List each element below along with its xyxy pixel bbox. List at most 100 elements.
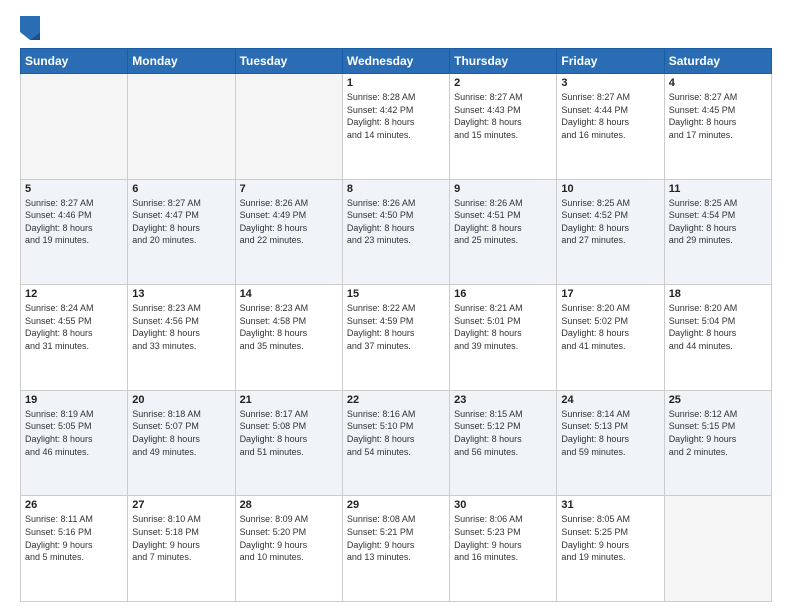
day-number: 10 [561,183,659,195]
calendar-cell: 2 Sunrise: 8:27 AM Sunset: 4:43 PM Daylig… [450,74,557,180]
weekday-header-tuesday: Tuesday [235,49,342,74]
day-number: 29 [347,499,445,511]
day-number: 7 [240,183,338,195]
day-number: 19 [25,394,123,406]
calendar-cell: 7 Sunrise: 8:26 AM Sunset: 4:49 PM Daylig… [235,179,342,285]
day-number: 12 [25,288,123,300]
weekday-header-thursday: Thursday [450,49,557,74]
header [20,16,772,40]
day-number: 2 [454,77,552,89]
day-info: Sunrise: 8:18 AM Sunset: 5:07 PM Dayligh… [132,408,230,458]
day-info: Sunrise: 8:25 AM Sunset: 4:52 PM Dayligh… [561,197,659,247]
day-number: 23 [454,394,552,406]
day-number: 26 [25,499,123,511]
calendar-cell: 21 Sunrise: 8:17 AM Sunset: 5:08 PM Dayli… [235,390,342,496]
day-number: 3 [561,77,659,89]
day-number: 25 [669,394,767,406]
day-info: Sunrise: 8:27 AM Sunset: 4:45 PM Dayligh… [669,91,767,141]
calendar-cell: 24 Sunrise: 8:14 AM Sunset: 5:13 PM Dayli… [557,390,664,496]
day-number: 8 [347,183,445,195]
calendar-cell: 31 Sunrise: 8:05 AM Sunset: 5:25 PM Dayli… [557,496,664,602]
day-number: 31 [561,499,659,511]
weekday-header-sunday: Sunday [21,49,128,74]
calendar-cell: 3Sunrise: 8:27 AM Sunset: 4:44 PM Daylig… [557,74,664,180]
calendar-cell: 25 Sunrise: 8:12 AM Sunset: 5:15 PM Dayli… [664,390,771,496]
day-info: Sunrise: 8:25 AM Sunset: 4:54 PM Dayligh… [669,197,767,247]
calendar-cell: 9Sunrise: 8:26 AM Sunset: 4:51 PM Daylig… [450,179,557,285]
logo [20,16,42,40]
calendar-cell: 29 Sunrise: 8:08 AM Sunset: 5:21 PM Dayli… [342,496,449,602]
weekday-header-friday: Friday [557,49,664,74]
calendar-cell: 22Sunrise: 8:16 AM Sunset: 5:10 PM Dayli… [342,390,449,496]
calendar-cell: 5Sunrise: 8:27 AM Sunset: 4:46 PM Daylig… [21,179,128,285]
day-number: 16 [454,288,552,300]
day-number: 11 [669,183,767,195]
weekday-header-wednesday: Wednesday [342,49,449,74]
day-number: 14 [240,288,338,300]
day-info: Sunrise: 8:08 AM Sunset: 5:21 PM Dayligh… [347,513,445,563]
calendar-cell: 1Sunrise: 8:28 AM Sunset: 4:42 PM Daylig… [342,74,449,180]
page: SundayMondayTuesdayWednesdayThursdayFrid… [0,0,792,612]
calendar-cell: 10 Sunrise: 8:25 AM Sunset: 4:52 PM Dayli… [557,179,664,285]
day-info: Sunrise: 8:09 AM Sunset: 5:20 PM Dayligh… [240,513,338,563]
calendar-cell: 30 Sunrise: 8:06 AM Sunset: 5:23 PM Dayli… [450,496,557,602]
calendar-cell: 11 Sunrise: 8:25 AM Sunset: 4:54 PM Dayli… [664,179,771,285]
day-number: 5 [25,183,123,195]
day-info: Sunrise: 8:26 AM Sunset: 4:50 PM Dayligh… [347,197,445,247]
weekday-header-row: SundayMondayTuesdayWednesdayThursdayFrid… [21,49,772,74]
calendar-cell: 6Sunrise: 8:27 AM Sunset: 4:47 PM Daylig… [128,179,235,285]
day-info: Sunrise: 8:17 AM Sunset: 5:08 PM Dayligh… [240,408,338,458]
day-info: Sunrise: 8:23 AM Sunset: 4:58 PM Dayligh… [240,302,338,352]
day-number: 27 [132,499,230,511]
day-info: Sunrise: 8:27 AM Sunset: 4:43 PM Dayligh… [454,91,552,141]
calendar-table: SundayMondayTuesdayWednesdayThursdayFrid… [20,48,772,602]
calendar-cell [128,74,235,180]
calendar-row: 1Sunrise: 8:28 AM Sunset: 4:42 PM Daylig… [21,74,772,180]
day-number: 30 [454,499,552,511]
calendar-cell: 8 Sunrise: 8:26 AM Sunset: 4:50 PM Daylig… [342,179,449,285]
calendar-cell: 16Sunrise: 8:21 AM Sunset: 5:01 PM Dayli… [450,285,557,391]
day-number: 9 [454,183,552,195]
day-info: Sunrise: 8:20 AM Sunset: 5:02 PM Dayligh… [561,302,659,352]
day-info: Sunrise: 8:06 AM Sunset: 5:23 PM Dayligh… [454,513,552,563]
day-info: Sunrise: 8:20 AM Sunset: 5:04 PM Dayligh… [669,302,767,352]
day-number: 13 [132,288,230,300]
day-number: 4 [669,77,767,89]
day-number: 28 [240,499,338,511]
calendar-cell: 4 Sunrise: 8:27 AM Sunset: 4:45 PM Daylig… [664,74,771,180]
day-info: Sunrise: 8:24 AM Sunset: 4:55 PM Dayligh… [25,302,123,352]
weekday-header-monday: Monday [128,49,235,74]
calendar-cell: 18 Sunrise: 8:20 AM Sunset: 5:04 PM Dayli… [664,285,771,391]
day-number: 6 [132,183,230,195]
day-info: Sunrise: 8:05 AM Sunset: 5:25 PM Dayligh… [561,513,659,563]
day-number: 21 [240,394,338,406]
day-info: Sunrise: 8:16 AM Sunset: 5:10 PM Dayligh… [347,408,445,458]
calendar-row: 5Sunrise: 8:27 AM Sunset: 4:46 PM Daylig… [21,179,772,285]
calendar-row: 12 Sunrise: 8:24 AM Sunset: 4:55 PM Dayli… [21,285,772,391]
weekday-header-saturday: Saturday [664,49,771,74]
calendar-cell: 20 Sunrise: 8:18 AM Sunset: 5:07 PM Dayli… [128,390,235,496]
day-info: Sunrise: 8:28 AM Sunset: 4:42 PM Dayligh… [347,91,445,141]
day-number: 15 [347,288,445,300]
day-number: 20 [132,394,230,406]
day-info: Sunrise: 8:23 AM Sunset: 4:56 PM Dayligh… [132,302,230,352]
calendar-cell: 27Sunrise: 8:10 AM Sunset: 5:18 PM Dayli… [128,496,235,602]
calendar-cell: 26 Sunrise: 8:11 AM Sunset: 5:16 PM Dayli… [21,496,128,602]
calendar-row: 26 Sunrise: 8:11 AM Sunset: 5:16 PM Dayli… [21,496,772,602]
day-number: 18 [669,288,767,300]
calendar-cell [235,74,342,180]
calendar-cell: 28 Sunrise: 8:09 AM Sunset: 5:20 PM Dayli… [235,496,342,602]
calendar-cell: 23 Sunrise: 8:15 AM Sunset: 5:12 PM Dayli… [450,390,557,496]
day-number: 24 [561,394,659,406]
day-info: Sunrise: 8:15 AM Sunset: 5:12 PM Dayligh… [454,408,552,458]
calendar-cell: 13 Sunrise: 8:23 AM Sunset: 4:56 PM Dayli… [128,285,235,391]
day-info: Sunrise: 8:26 AM Sunset: 4:49 PM Dayligh… [240,197,338,247]
calendar-cell: 15 Sunrise: 8:22 AM Sunset: 4:59 PM Dayli… [342,285,449,391]
day-info: Sunrise: 8:22 AM Sunset: 4:59 PM Dayligh… [347,302,445,352]
day-info: Sunrise: 8:12 AM Sunset: 5:15 PM Dayligh… [669,408,767,458]
calendar-row: 19Sunrise: 8:19 AM Sunset: 5:05 PM Dayli… [21,390,772,496]
calendar-cell [21,74,128,180]
day-info: Sunrise: 8:14 AM Sunset: 5:13 PM Dayligh… [561,408,659,458]
day-info: Sunrise: 8:11 AM Sunset: 5:16 PM Dayligh… [25,513,123,563]
calendar-cell [664,496,771,602]
